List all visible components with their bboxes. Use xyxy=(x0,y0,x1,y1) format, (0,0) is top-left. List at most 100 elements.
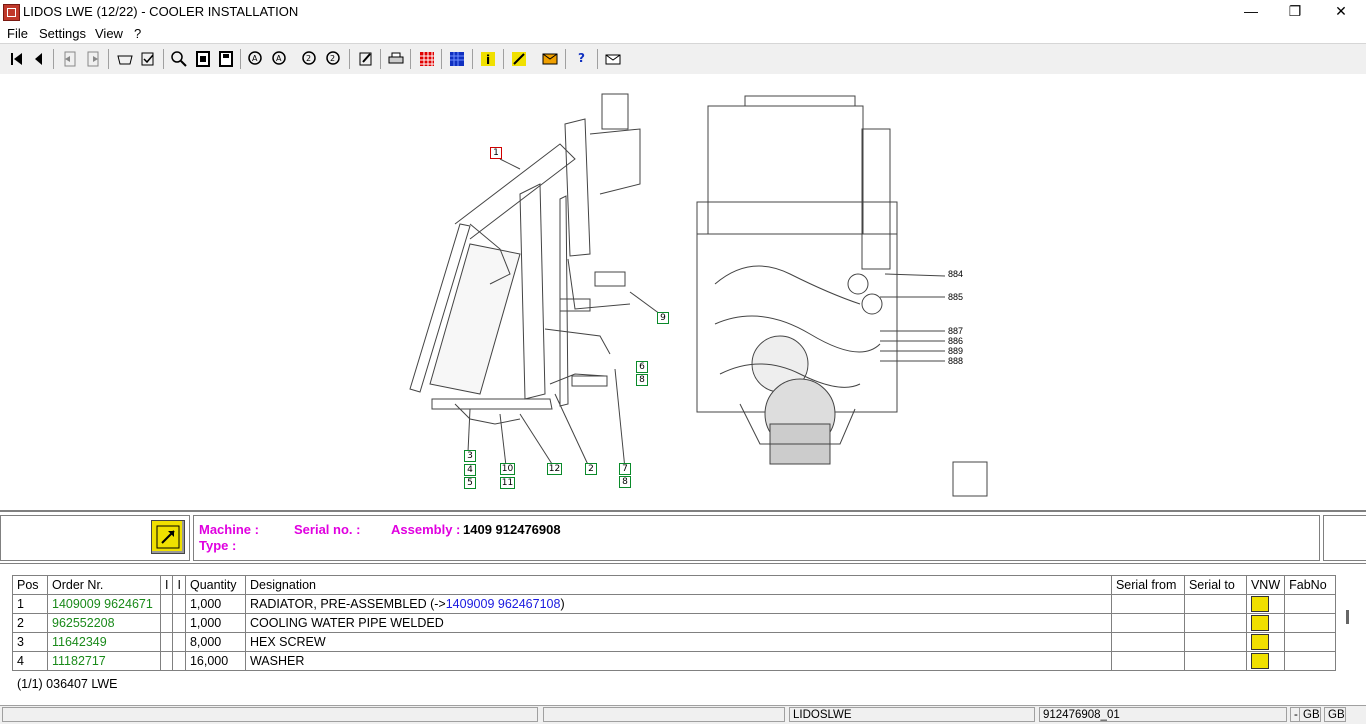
toolbar-separator xyxy=(163,49,164,69)
callout-8[interactable]: 8 xyxy=(619,476,631,488)
tools-icon[interactable] xyxy=(510,50,528,68)
minimize-button[interactable]: — xyxy=(1228,0,1274,23)
cell-order-link[interactable]: 11642349 xyxy=(47,632,161,652)
vnw-icon[interactable] xyxy=(1250,634,1269,650)
cell-serial-to xyxy=(1183,594,1247,614)
callout-11[interactable]: 11 xyxy=(500,477,515,489)
menu-bar: File Settings View ? xyxy=(0,23,1366,43)
col-pos[interactable]: Pos xyxy=(12,575,48,595)
designation-link[interactable]: 1409009 962467108 xyxy=(446,597,561,611)
mail-icon[interactable] xyxy=(604,50,622,68)
vnw-icon[interactable] xyxy=(1250,615,1269,631)
callout-6[interactable]: 6 xyxy=(636,361,648,373)
search-a2-icon[interactable]: A xyxy=(271,50,289,68)
col-designation[interactable]: Designation xyxy=(244,575,1112,595)
cell-vnw[interactable] xyxy=(1245,594,1286,614)
callout-1[interactable]: 1 xyxy=(490,147,502,159)
forward-icon[interactable] xyxy=(84,50,102,68)
menu-view[interactable]: View xyxy=(95,26,123,41)
col-serial-from[interactable]: Serial from xyxy=(1110,575,1185,595)
callout-3[interactable]: 3 xyxy=(464,450,476,462)
ref-885[interactable]: 885 xyxy=(948,292,963,302)
col-order-nr[interactable]: Order Nr. xyxy=(47,575,161,595)
callout-2[interactable]: 2 xyxy=(585,463,597,475)
col-vnw[interactable]: VNW xyxy=(1245,575,1286,595)
callout-5[interactable]: 5 xyxy=(464,477,476,489)
page-icon[interactable] xyxy=(194,50,212,68)
go-to-assembly-button[interactable] xyxy=(151,520,185,554)
cell-vnw[interactable] xyxy=(1245,632,1286,652)
cell-vnw[interactable] xyxy=(1245,651,1286,671)
back-icon[interactable] xyxy=(61,50,79,68)
cell-order-link[interactable]: 11182717 xyxy=(47,651,161,671)
prev-icon[interactable] xyxy=(30,50,48,68)
toolbar-separator xyxy=(597,49,598,69)
info-right-box xyxy=(1323,515,1366,561)
close-button[interactable]: ✕ xyxy=(1318,0,1364,23)
ref-888[interactable]: 888 xyxy=(948,356,963,366)
info-icon[interactable]: i xyxy=(479,50,497,68)
grid-icon[interactable] xyxy=(418,50,436,68)
menu-file[interactable]: File xyxy=(7,26,28,41)
toolbar-separator xyxy=(380,49,381,69)
app-logo-icon xyxy=(3,4,20,21)
cell-i2 xyxy=(172,613,186,633)
menu-settings[interactable]: Settings xyxy=(39,26,86,41)
order-icon[interactable] xyxy=(541,50,559,68)
vnw-icon[interactable] xyxy=(1250,596,1269,612)
cell-designation: HEX SCREW xyxy=(244,632,1112,652)
cell-quantity: 1,000 xyxy=(184,594,246,614)
cell-order-link[interactable]: 962552208 xyxy=(47,613,161,633)
table-row[interactable]: 4 11182717 16,000 WASHER xyxy=(12,651,1337,671)
table-scrollbar[interactable] xyxy=(1346,610,1349,624)
print-icon[interactable] xyxy=(387,50,405,68)
vnw-icon[interactable] xyxy=(1250,653,1269,669)
info-main-box xyxy=(193,515,1320,561)
cell-fabno xyxy=(1284,632,1337,652)
exploded-drawing-viewer[interactable]: 1 9 6 8 3 4 5 10 11 12 2 7 8 884 885 887… xyxy=(0,74,1366,512)
page-fit-icon[interactable] xyxy=(217,50,235,68)
ref-889[interactable]: 889 xyxy=(948,346,963,356)
col-i2[interactable]: I xyxy=(172,575,186,595)
cell-order-link[interactable]: 1409009 9624671 xyxy=(47,594,161,614)
cell-vnw[interactable] xyxy=(1245,613,1286,633)
table-clip xyxy=(0,673,1340,676)
callout-12[interactable]: 12 xyxy=(547,463,562,475)
col-i1[interactable]: I xyxy=(159,575,174,595)
ref-884[interactable]: 884 xyxy=(948,269,963,279)
col-serial-to[interactable]: Serial to xyxy=(1183,575,1247,595)
menu-help[interactable]: ? xyxy=(134,26,141,41)
cell-serial-from xyxy=(1110,651,1185,671)
col-fabno[interactable]: FabNo xyxy=(1284,575,1337,595)
toolbar-separator xyxy=(108,49,109,69)
table-row[interactable]: 1 1409009 9624671 1,000 RADIATOR, PRE-AS… xyxy=(12,594,1337,614)
designation-text: RADIATOR, PRE-ASSEMBLED (-> xyxy=(249,597,446,611)
svg-text:2: 2 xyxy=(330,54,335,63)
search-a-icon[interactable]: A xyxy=(247,50,265,68)
edit-icon[interactable] xyxy=(357,50,375,68)
callout-4[interactable]: 4 xyxy=(464,464,476,476)
checklist-icon[interactable] xyxy=(139,50,157,68)
first-icon[interactable] xyxy=(8,50,26,68)
ref-886[interactable]: 886 xyxy=(948,336,963,346)
machine-label: Machine : xyxy=(199,522,259,537)
callout-9[interactable]: 9 xyxy=(657,312,669,324)
status-cell-empty2 xyxy=(543,707,785,722)
search-22-icon[interactable]: 2 xyxy=(325,50,343,68)
callout-10[interactable]: 10 xyxy=(500,463,515,475)
callout-8[interactable]: 8 xyxy=(636,374,648,386)
callout-7[interactable]: 7 xyxy=(619,463,631,475)
search-2-icon[interactable]: 2 xyxy=(301,50,319,68)
col-quantity[interactable]: Quantity xyxy=(184,575,246,595)
zoom-icon[interactable] xyxy=(170,50,188,68)
cell-pos: 4 xyxy=(12,651,48,671)
help-icon[interactable]: ? xyxy=(573,50,591,68)
table-row[interactable]: 3 11642349 8,000 HEX SCREW xyxy=(12,632,1337,652)
basket-icon[interactable] xyxy=(116,50,134,68)
filter-icon[interactable] xyxy=(448,50,466,68)
table-row[interactable]: 2 962552208 1,000 COOLING WATER PIPE WEL… xyxy=(12,613,1337,633)
ref-887[interactable]: 887 xyxy=(948,326,963,336)
designation-suffix: ) xyxy=(560,597,565,611)
toolbar-separator xyxy=(349,49,350,69)
maximize-button[interactable]: ❐ xyxy=(1272,0,1318,23)
